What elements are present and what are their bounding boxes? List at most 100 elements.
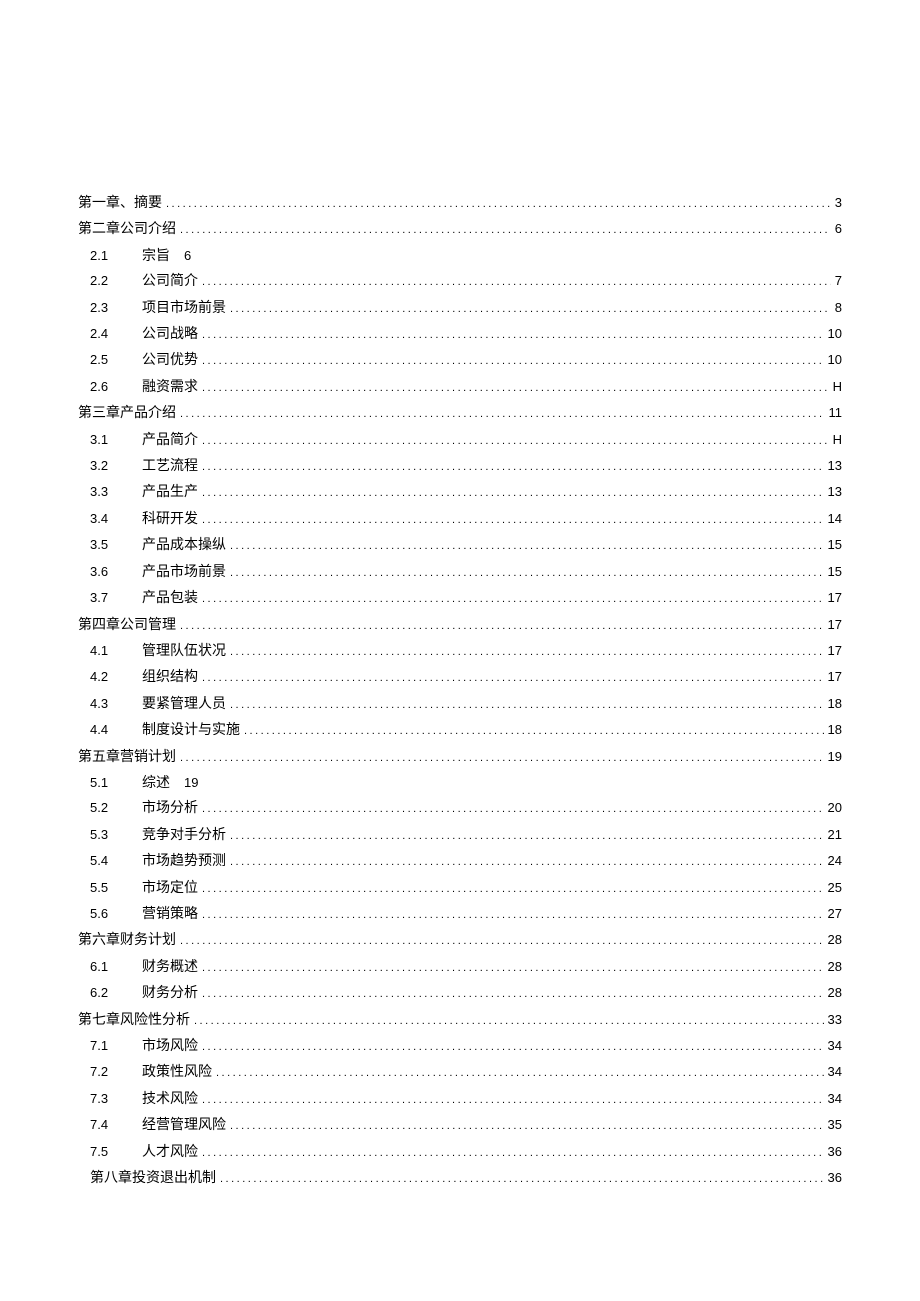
toc-entry: 3.2工艺流程13 [78,453,842,479]
toc-number: 4.4 [90,718,142,742]
toc-number: 5.5 [90,876,142,900]
toc-title: 项目市场前景 [142,295,226,319]
toc-page-number: 28 [824,955,842,979]
toc-entry: 第四章公司管理17 [78,612,842,638]
toc-number: 3.6 [90,560,142,584]
toc-entry: 2.1宗旨6 [78,243,842,268]
toc-page-number: 17 [824,613,842,637]
toc-number: 5.1 [90,771,142,795]
toc-entry: 第六章财务计划28 [78,927,842,953]
toc-page-number: 36 [824,1140,842,1164]
toc-page-number: 8 [831,296,842,320]
toc-page-number: 36 [824,1166,842,1190]
toc-leader [162,192,831,216]
toc-entry: 6.2财务分析28 [78,980,842,1006]
toc-page-number: 34 [824,1060,842,1084]
toc-number: 7.4 [90,1113,142,1137]
toc-leader [226,297,831,321]
toc-entry: 第二章公司介绍6 [78,216,842,242]
toc-number: 6.1 [90,955,142,979]
toc-leader [176,746,824,770]
toc-number: 2.3 [90,296,142,320]
toc-number: 2.6 [90,375,142,399]
toc-title: 第三章产品介绍 [78,400,176,424]
toc-title: 第一章、摘要 [78,190,162,214]
toc-entry: 7.1市场风险34 [78,1033,842,1059]
toc-title: 产品包装 [142,585,198,609]
toc-entry: 3.3产品生产13 [78,479,842,505]
toc-page-number: 7 [831,269,842,293]
toc-leader [198,797,824,821]
toc-leader [198,982,824,1006]
toc-page-number: 18 [824,718,842,742]
toc-page-number: 3 [831,191,842,215]
toc-leader [212,1061,824,1085]
toc-title: 人才风险 [142,1139,198,1163]
toc-title: 市场定位 [142,875,198,899]
toc-number: 6.2 [90,981,142,1005]
toc-page-number: 24 [824,849,842,873]
toc-leader [198,349,824,373]
toc-title: 第六章财务计划 [78,927,176,951]
toc-leader [198,1141,824,1165]
toc-entry: 2.6融资需求H [78,374,842,400]
toc-leader [198,877,824,901]
toc-leader [198,1035,824,1059]
toc-leader [176,402,825,426]
toc-leader [198,1088,824,1112]
toc-entry: 3.4科研开发14 [78,506,842,532]
toc-title: 组织结构 [142,664,198,688]
toc-page-number: H [829,375,842,399]
toc-number: 3.5 [90,533,142,557]
toc-number: 4.3 [90,692,142,716]
toc-number: 3.1 [90,428,142,452]
toc-number: 7.2 [90,1060,142,1084]
toc-leader [176,614,824,638]
toc-entry: 3.1产品简介H [78,427,842,453]
toc-number: 3.7 [90,586,142,610]
toc-leader [240,719,824,743]
toc-entry: 第七章风险性分析33 [78,1007,842,1033]
toc-number: 5.6 [90,902,142,926]
toc-page-number: H [829,428,842,452]
toc-title: 要紧管理人员 [142,691,226,715]
toc-entry: 第五章营销计划19 [78,744,842,770]
toc-page-number: 17 [824,665,842,689]
toc-title: 第二章公司介绍 [78,216,176,240]
toc-entry: 第三章产品介绍11 [78,400,842,426]
toc-title: 市场趋势预测 [142,848,226,872]
toc-entry: 3.7产品包装 17 [78,585,842,611]
toc-title: 市场分析 [142,795,198,819]
toc-number: 3.3 [90,480,142,504]
toc-page-number: 21 [824,823,842,847]
toc-title: 市场风险 [142,1033,198,1057]
toc-leader [226,693,824,717]
toc-number: 5.3 [90,823,142,847]
toc-leader [198,376,829,400]
toc-entry: 4.2组织结构17 [78,664,842,690]
toc-number: 2.1 [90,244,142,268]
toc-title: 制度设计与实施 [142,717,240,741]
toc-entry: 5.1综述19 [78,770,842,795]
toc-title: 公司战略 [142,321,198,345]
toc-leader [198,587,824,611]
toc-number: 3.2 [90,454,142,478]
toc-page-number: 10 [824,348,842,372]
toc-page-number: 17 [824,586,842,610]
toc-page-number: 19 [178,771,198,795]
toc-leader [198,508,824,532]
toc-title: 产品成本操纵 [142,532,226,556]
toc-title: 产品市场前景 [142,559,226,583]
toc-title: 第七章风险性分析 [78,1007,190,1031]
toc-entry: 2.3项目市场前景 8 [78,295,842,321]
toc-page-number: 15 [824,533,842,557]
toc-title: 产品生产 [142,479,198,503]
toc-page-number: 17 [824,639,842,663]
toc-title: 技术风险 [142,1086,198,1110]
toc-page-number: 35 [824,1113,842,1137]
toc-leader [198,323,824,347]
toc-title: 政策性风险 [142,1059,212,1083]
toc-number: 7.1 [90,1034,142,1058]
toc-page-number: 6 [178,244,191,268]
toc-leader [198,956,824,980]
